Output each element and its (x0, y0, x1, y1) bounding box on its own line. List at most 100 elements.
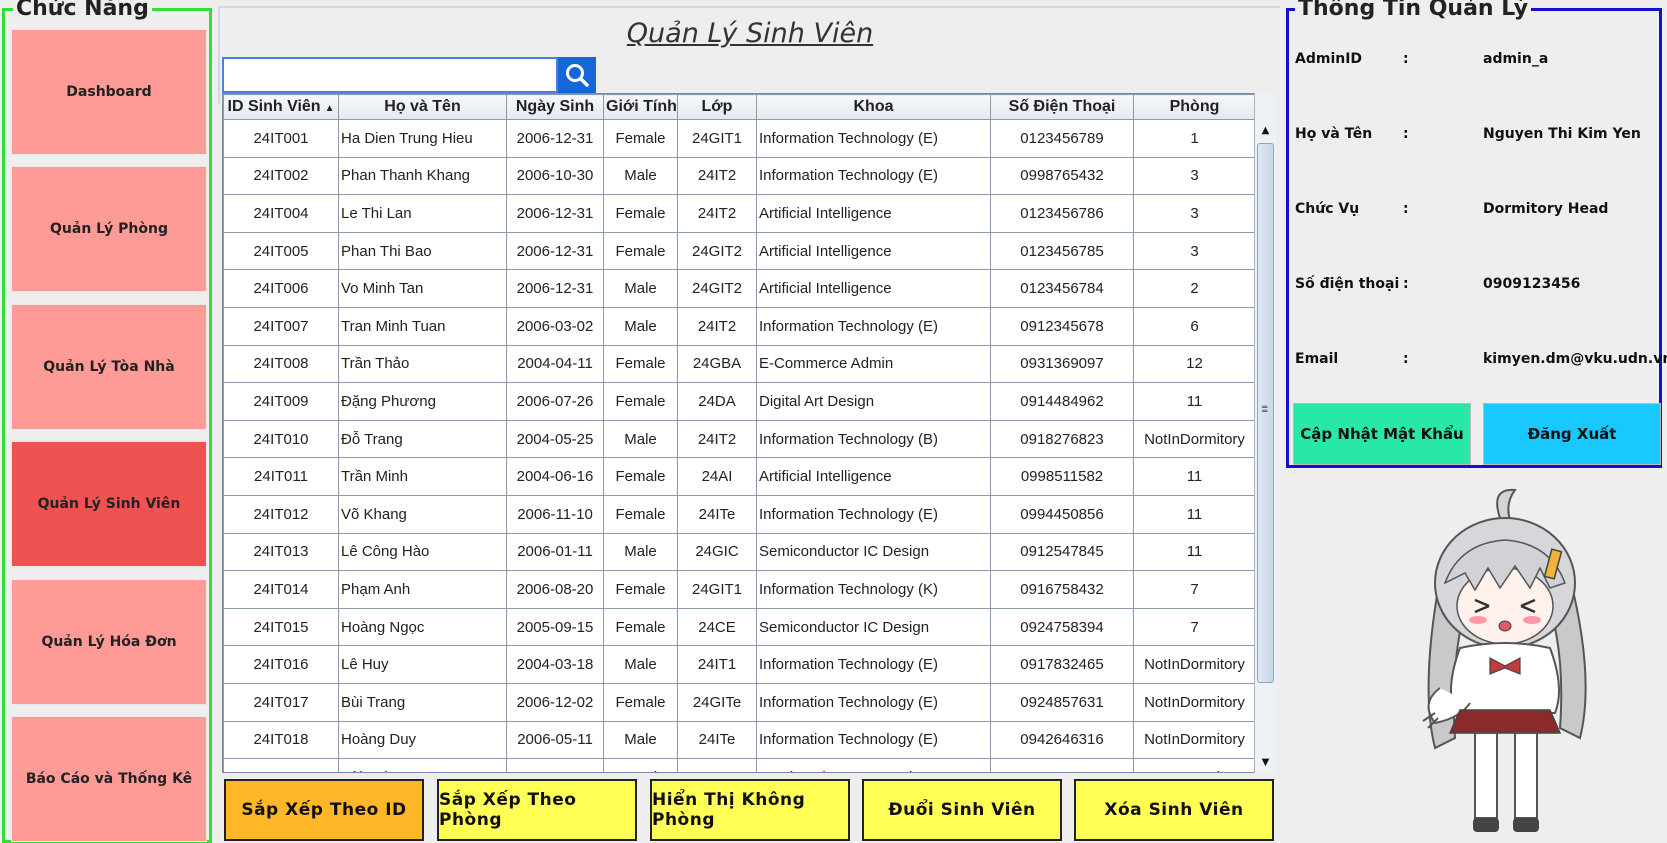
cell-faculty: Information Technology (B) (756, 419, 991, 459)
admin-position-row: Chức Vụ : Dormitory Head (1289, 201, 1659, 223)
cell-phone: 0998765432 (990, 156, 1134, 196)
cell-id: 24IT011 (223, 457, 339, 496)
cell-phone: 0123456789 (990, 119, 1134, 158)
cell-class: 24GIT2 (677, 231, 757, 271)
cell-faculty: Artificial Intelligence (756, 269, 991, 308)
cell-class: 24GIC (677, 532, 757, 572)
cell-class: 24IT2 (677, 156, 757, 196)
show-no-room-button[interactable]: Hiển Thị Không Phòng (650, 779, 850, 841)
column-header-gender[interactable]: Giới Tính (603, 94, 678, 120)
table-row[interactable]: 24IT014 Phạm Anh 2006-08-20 Female 24GIT1 Inf… (223, 570, 1256, 609)
column-header-name[interactable]: Họ và Tên (338, 94, 507, 120)
cell-phone: 0931369097 (990, 344, 1134, 384)
cell-id: 24IT001 (223, 119, 339, 158)
sidebar-item-student-management[interactable]: Quản Lý Sinh Viên (11, 441, 207, 567)
column-header-phone[interactable]: Số Điện Thoại (990, 94, 1134, 120)
cell-birthdate: 2006-12-31 (506, 269, 604, 308)
sidebar-item-room-management[interactable]: Quản Lý Phòng (11, 166, 207, 292)
logout-button[interactable]: Đăng Xuất (1483, 403, 1661, 465)
cell-name: Phan Thanh Khang (338, 156, 507, 196)
sidebar-item-building-management[interactable]: Quản Lý Tòa Nhà (11, 304, 207, 430)
cell-birthdate: 2006-03-02 (506, 306, 604, 346)
table-row[interactable]: 24IT012 Võ Khang 2006-11-10 Female 24ITe Info… (223, 494, 1256, 534)
page-title: Quản Lý Sinh Viên (626, 18, 874, 49)
table-row[interactable]: 24IT008 Trần Thảo 2004-04-11 Female 24GBA E-C… (223, 344, 1256, 384)
cell-id: 24IT002 (223, 156, 339, 196)
table-body: 24IT001 Ha Dien Trung Hieu 2006-12-31 Femal… (223, 119, 1256, 772)
cell-phone: 0123456784 (990, 269, 1134, 308)
cell-gender: Female (603, 570, 678, 609)
cell-room: 12 (1133, 344, 1256, 384)
column-header-faculty[interactable]: Khoa (756, 94, 991, 120)
table-row[interactable]: 24IT016 Lê Huy 2004-03-18 Male 24IT1 Informat… (223, 645, 1256, 684)
sort-by-id-button[interactable]: Sắp Xếp Theo ID (224, 779, 424, 841)
column-header-birthdate[interactable]: Ngày Sinh (506, 94, 604, 120)
cell-room: NotInDormitory (1133, 720, 1256, 760)
cell-class: 24DA (677, 382, 757, 421)
table-header-row: ID Sinh Viên ▲ Họ và Tên Ngày Sinh Giới T… (223, 94, 1256, 120)
table-row[interactable]: 24IT007 Tran Minh Tuan 2006-03-02 Male 24IT2… (223, 306, 1256, 346)
cell-gender: Male (603, 269, 678, 308)
sidebar-item-reports-statistics[interactable]: Báo Cáo và Thống Kê (11, 716, 207, 842)
search-button[interactable] (558, 57, 596, 93)
column-header-id[interactable]: ID Sinh Viên ▲ (223, 94, 339, 120)
table-row[interactable]: 24IT004 Le Thi Lan 2006-12-31 Female 24IT2 Ar… (223, 194, 1256, 233)
cell-phone: 0916758432 (990, 570, 1134, 609)
admin-phone-separator: : (1403, 276, 1409, 292)
table-row[interactable]: 24IT013 Lê Công Hào 2006-01-11 Male 24GIC Sem… (223, 532, 1256, 572)
center-panel-border-left (218, 6, 220, 104)
sidebar-item-invoice-management[interactable]: Quản Lý Hóa Đơn (11, 579, 207, 705)
table-row[interactable]: 24IT011 Trần Minh 2004-06-16 Female 24AI Arti… (223, 457, 1256, 496)
table-row[interactable]: 24IT005 Phan Thi Bao 2006-12-31 Female 24GIT… (223, 231, 1256, 271)
evict-student-button[interactable]: Đuổi Sinh Viên (862, 779, 1062, 841)
cell-gender: Female (603, 344, 678, 384)
cell-class: 24GIT1 (677, 570, 757, 609)
cell-gender: Female (603, 758, 678, 772)
cell-gender: Female (603, 194, 678, 233)
table-row[interactable]: 24IT015 Hoàng Ngọc 2005-09-15 Female 24CE Sem… (223, 607, 1256, 647)
table-row[interactable]: 24IT002 Phan Thanh Khang 2006-10-30 Male 24I… (223, 156, 1256, 196)
cell-room: 3 (1133, 156, 1256, 196)
delete-student-button[interactable]: Xóa Sinh Viên (1074, 779, 1274, 841)
cell-gender: Female (603, 119, 678, 158)
cell-phone: 0123456786 (990, 194, 1134, 233)
column-header-class[interactable]: Lớp (677, 94, 757, 120)
table-row[interactable]: 24IT010 Đỗ Trang 2004-05-25 Male 24IT2 Inform… (223, 419, 1256, 459)
cell-name: Bùi Trang (338, 682, 507, 722)
scroll-down-arrow-icon[interactable]: ▼ (1255, 751, 1276, 773)
admin-info-title: Thông Tin Quản Lý (1295, 0, 1532, 21)
cell-gender: Male (603, 306, 678, 346)
cell-name: Lê Công Hào (338, 532, 507, 572)
cell-class: 24IT2 (677, 306, 757, 346)
center-panel-border (218, 6, 1280, 8)
table-row[interactable]: 24IT018 Hoàng Duy 2006-05-11 Male 24ITe Infor… (223, 720, 1256, 760)
table-row[interactable]: 24IT001 Ha Dien Trung Hieu 2006-12-31 Femal… (223, 119, 1256, 158)
sidebar-item-dashboard[interactable]: Dashboard (11, 29, 207, 155)
admin-email-value: kimyen.dm@vku.udn.vn (1483, 351, 1667, 367)
cell-birthdate: 2006-10-30 (506, 156, 604, 196)
cell-room: 11 (1133, 457, 1256, 496)
sort-ascending-icon: ▲ (324, 103, 335, 114)
cell-class: 24IT2 (677, 194, 757, 233)
search-input[interactable] (222, 57, 558, 93)
sort-by-room-button[interactable]: Sắp Xếp Theo Phòng (437, 779, 637, 841)
cell-faculty: Semiconductor IC Design (756, 758, 991, 772)
cell-name: Trần Minh (338, 457, 507, 496)
cell-faculty: Information Technology (E) (756, 645, 991, 684)
cell-id: 24IT012 (223, 494, 339, 534)
table-row[interactable]: 24IT019Bùi Anh2005-05-22Female24GICSemic… (223, 758, 1256, 772)
admin-info-panel: Thông Tin Quản Lý AdminID : admin_a Họ v… (1286, 0, 1667, 468)
scroll-thumb[interactable]: ═ ═ (1257, 143, 1274, 683)
column-header-room[interactable]: Phòng (1133, 94, 1256, 120)
table-row[interactable]: 24IT009 Đặng Phương 2006-07-26 Female 24DA Di… (223, 382, 1256, 421)
admin-id-value: admin_a (1483, 51, 1549, 67)
cell-class: 24ITe (677, 494, 757, 534)
change-password-button[interactable]: Cập Nhật Mật Khẩu (1293, 403, 1471, 465)
table-row[interactable]: 24IT006 Vo Minh Tan 2006-12-31 Male 24GIT2 Ar… (223, 269, 1256, 308)
scroll-up-arrow-icon[interactable]: ▲ (1255, 119, 1276, 141)
table-row[interactable]: 24IT017 Bùi Trang 2006-12-02 Female 24GITe In… (223, 682, 1256, 722)
cell-birthdate: 2004-06-16 (506, 457, 604, 496)
cell-phone: 0918276823 (990, 419, 1134, 459)
table-scrollbar[interactable]: ▲ ═ ═ ▼ (1254, 93, 1276, 773)
cell-room: 2 (1133, 269, 1256, 308)
